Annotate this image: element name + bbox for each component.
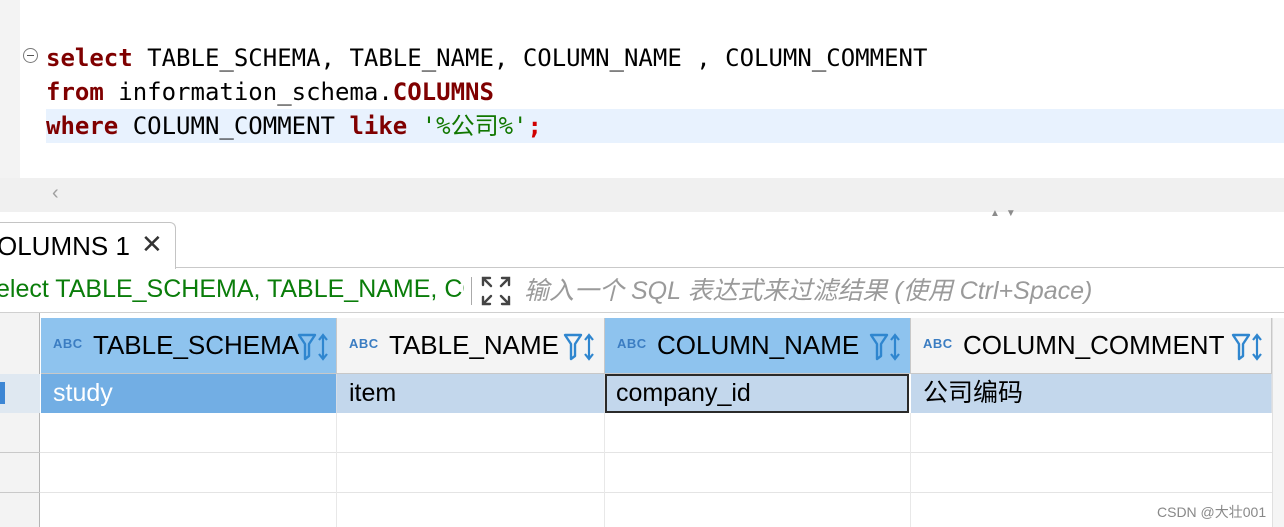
sql-where-column: COLUMN_COMMENT — [118, 112, 350, 140]
column-header-label: COLUMN_NAME — [657, 330, 860, 360]
result-grid[interactable]: ABC TABLE_SCHEMA ABC TABLE_NAME ABC COLU… — [0, 313, 1284, 527]
column-header-table-name[interactable]: ABC TABLE_NAME — [337, 318, 605, 374]
sql-keyword-from: from — [46, 78, 104, 106]
sql-line-1[interactable]: select TABLE_SCHEMA, TABLE_NAME, COLUMN_… — [46, 41, 927, 75]
column-divider — [604, 413, 605, 527]
column-header-label: TABLE_SCHEMA — [93, 330, 300, 360]
scroll-left-icon[interactable]: ‹ — [52, 182, 59, 205]
row-number-cell[interactable] — [0, 453, 40, 493]
table-row[interactable] — [40, 493, 1272, 527]
sql-string-literal: '%公司%' — [421, 112, 528, 140]
row-number-cell[interactable] — [0, 413, 40, 453]
column-header-table-schema[interactable]: ABC TABLE_SCHEMA — [41, 318, 337, 374]
table-cell[interactable]: item — [337, 374, 605, 413]
active-query-text[interactable]: elect TABLE_SCHEMA, TABLE_NAME, COLUMN_N… — [0, 275, 464, 304]
table-row[interactable] — [40, 453, 1272, 493]
result-tab-bar: OLUMNS 1 ✕ — [0, 218, 1284, 269]
sql-editor[interactable]: select TABLE_SCHEMA, TABLE_NAME, COLUMN_… — [0, 0, 1284, 178]
column-header-column-comment[interactable]: ABC COLUMN_COMMENT — [911, 318, 1272, 374]
expand-icon[interactable] — [480, 275, 512, 307]
sql-line-3[interactable]: where COLUMN_COMMENT like '%公司%'; — [46, 109, 542, 143]
grid-vertical-scrollbar[interactable] — [1272, 318, 1284, 527]
tab-label: OLUMNS 1 — [0, 231, 130, 261]
sql-schema: information_schema. — [103, 78, 393, 106]
sql-line-2[interactable]: from information_schema.COLUMNS — [46, 75, 494, 109]
string-type-icon: ABC — [923, 336, 953, 351]
close-icon[interactable]: ✕ — [141, 229, 163, 259]
fold-collapse-icon[interactable] — [23, 48, 38, 63]
sql-keyword-select: select — [46, 44, 133, 72]
string-type-icon: ABC — [53, 336, 83, 351]
column-header-label: COLUMN_COMMENT — [963, 330, 1225, 360]
table-cell[interactable]: 公司编码 — [911, 374, 1272, 413]
filter-expression-input[interactable] — [524, 273, 1264, 309]
sql-table-name: COLUMNS — [392, 78, 494, 106]
string-type-icon: ABC — [349, 336, 379, 351]
sql-space — [407, 112, 421, 140]
tab-columns-1[interactable]: OLUMNS 1 ✕ — [0, 222, 176, 269]
table-row[interactable] — [40, 413, 1272, 453]
filter-sort-icon[interactable] — [297, 332, 331, 362]
sql-select-columns: TABLE_SCHEMA, TABLE_NAME, COLUMN_NAME , … — [132, 44, 928, 72]
watermark: CSDN @大壮001 — [1157, 504, 1267, 520]
sql-keyword-where: where — [46, 112, 119, 140]
sql-semicolon: ; — [527, 112, 542, 140]
editor-gutter — [0, 0, 20, 178]
table-cell-focused[interactable]: company_id — [605, 374, 909, 413]
column-header-column-name[interactable]: ABC COLUMN_NAME — [605, 318, 911, 374]
column-divider — [336, 413, 337, 527]
filter-sort-icon[interactable] — [1231, 332, 1265, 362]
string-type-icon: ABC — [617, 336, 647, 351]
column-divider — [910, 413, 911, 527]
filter-sort-icon[interactable] — [563, 332, 597, 362]
editor-horizontal-scrollbar[interactable]: ‹ — [0, 178, 1284, 212]
row-number-cell[interactable] — [0, 493, 40, 527]
table-cell[interactable]: study — [41, 374, 337, 413]
filter-sort-icon[interactable] — [869, 332, 903, 362]
sql-keyword-like: like — [349, 112, 408, 140]
filter-divider — [471, 277, 472, 305]
result-filter-bar: elect TABLE_SCHEMA, TABLE_NAME, COLUMN_N… — [0, 269, 1284, 313]
row-selector[interactable] — [0, 374, 40, 413]
column-header-label: TABLE_NAME — [389, 330, 560, 360]
